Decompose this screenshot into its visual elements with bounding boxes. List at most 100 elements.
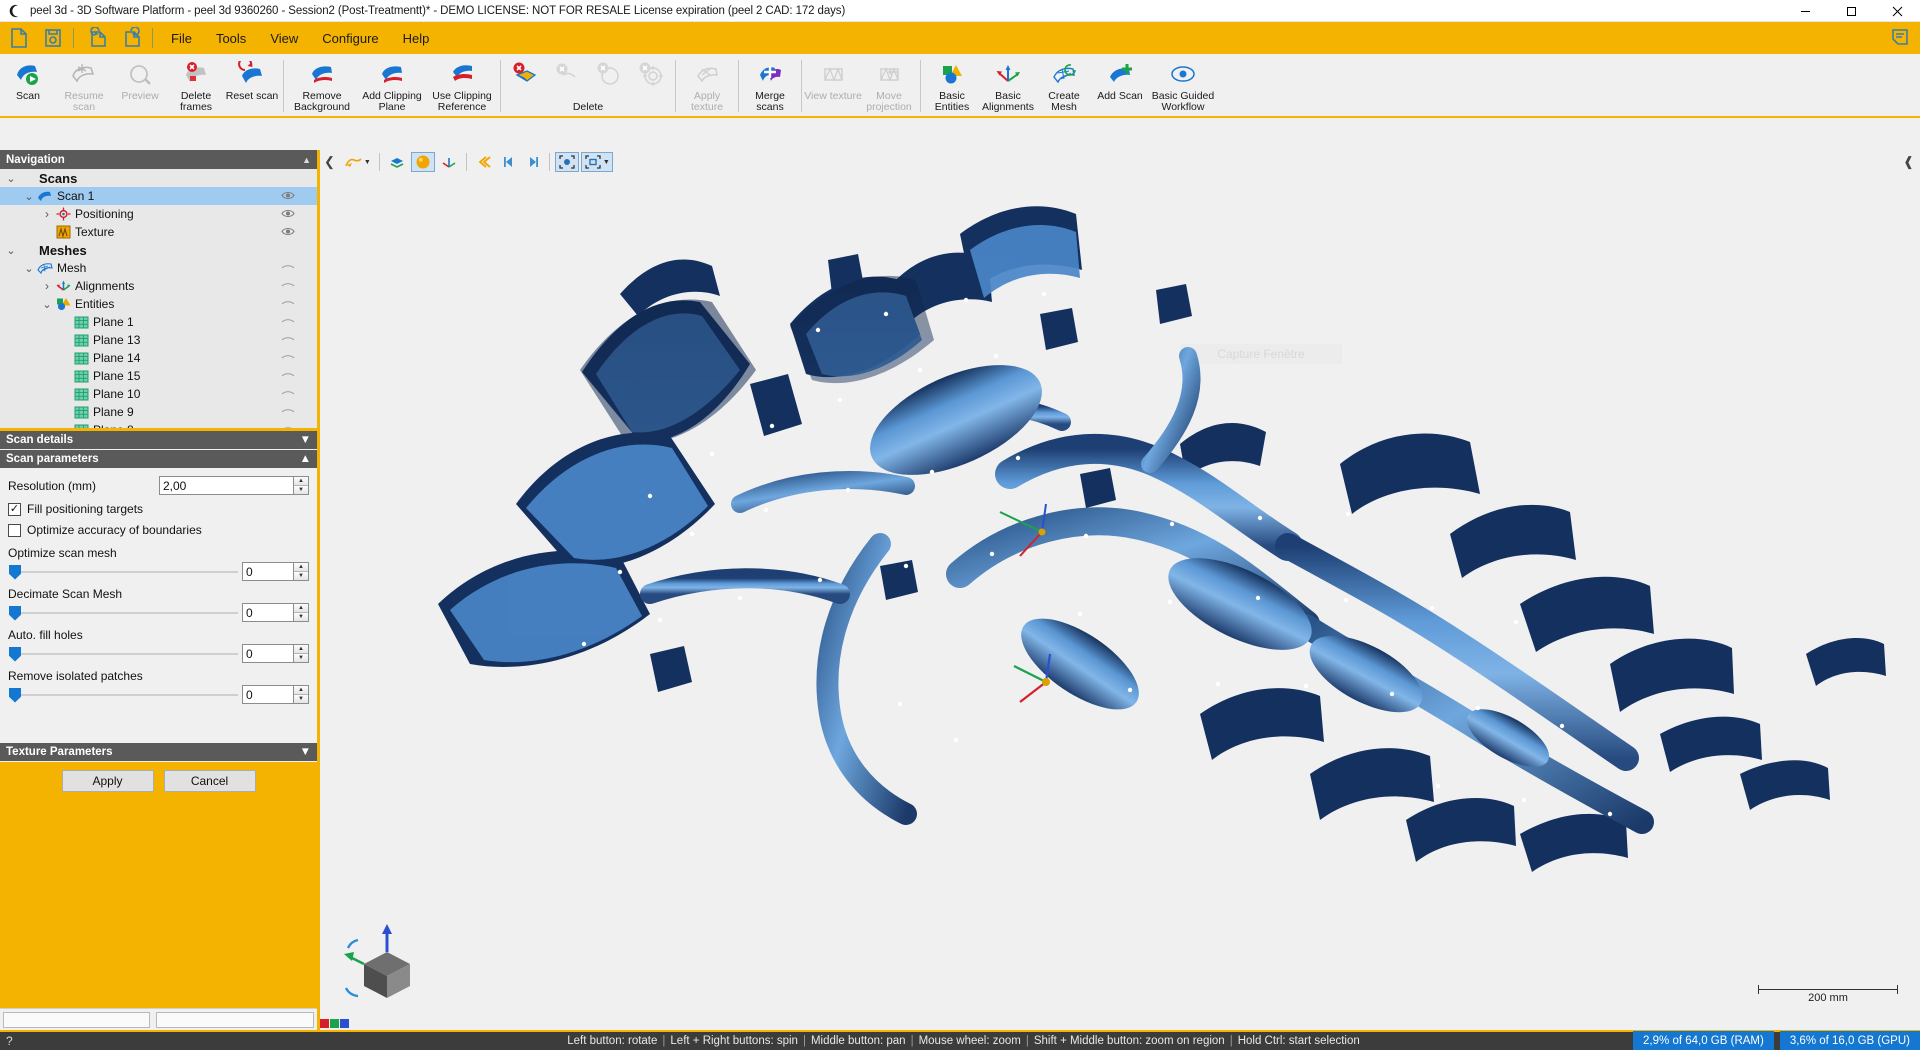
new-icon[interactable] bbox=[4, 24, 34, 52]
visibility-eye-icon[interactable] bbox=[281, 262, 295, 274]
bounding-box-icon[interactable]: ▼ bbox=[580, 152, 613, 172]
ribbon-basic-entities-button[interactable]: Basic Entities bbox=[924, 56, 980, 116]
flip-left-icon[interactable] bbox=[472, 152, 496, 172]
fill-positioning-targets-row[interactable]: ✓ Fill positioning targets bbox=[8, 499, 309, 519]
chevron-right-icon[interactable]: › bbox=[40, 207, 54, 221]
visibility-eye-icon[interactable] bbox=[281, 370, 295, 382]
ribbon-add-scan-button[interactable]: Add Scan bbox=[1092, 56, 1148, 116]
fill-positioning-targets-checkbox[interactable]: ✓ bbox=[8, 502, 21, 516]
chevron-down-icon[interactable]: ⌄ bbox=[22, 190, 36, 203]
optimize-scan-mesh-spin[interactable]: ▲ ▼ bbox=[294, 562, 309, 581]
scan-parameters-header[interactable]: Scan parameters ▲ bbox=[0, 450, 317, 469]
exhaust-system-3d-mesh[interactable] bbox=[320, 174, 1920, 894]
chevron-left-icon[interactable]: ❮ bbox=[324, 154, 335, 170]
auto-fill-holes-stepper[interactable]: ▲ ▼ bbox=[242, 644, 309, 663]
remove-isolated-patches-input[interactable] bbox=[242, 685, 294, 704]
shaded-sphere-icon[interactable] bbox=[410, 152, 435, 172]
remove-isolated-patches-stepper[interactable]: ▲ ▼ bbox=[242, 685, 309, 704]
decimate-scan-mesh-stepper[interactable]: ▲ ▼ bbox=[242, 603, 309, 622]
tree-item-plane-15[interactable]: Plane 15 bbox=[0, 367, 317, 385]
remove-isolated-patches-row[interactable]: ▲ ▼ bbox=[8, 685, 309, 704]
tree-item-plane-8[interactable]: Plane 8 bbox=[0, 421, 317, 428]
axis-view-icon[interactable] bbox=[437, 152, 461, 172]
chevron-down-icon[interactable]: ▼ bbox=[300, 434, 311, 446]
apply-button[interactable]: Apply bbox=[61, 770, 154, 792]
navigation-panel-header[interactable]: Navigation ▲ bbox=[0, 150, 317, 169]
select-tool-icon[interactable]: ▼ bbox=[341, 152, 374, 172]
remove-isolated-patches-spin[interactable]: ▲ ▼ bbox=[294, 685, 309, 704]
minimize-button[interactable] bbox=[1782, 0, 1828, 22]
chevron-down-icon-2[interactable]: ▼ bbox=[300, 746, 311, 758]
texture-parameters-header[interactable]: Texture Parameters ▼ bbox=[0, 743, 317, 762]
decimate-scan-mesh-row[interactable]: ▲ ▼ bbox=[8, 603, 309, 622]
optimize-accuracy-row[interactable]: Optimize accuracy of boundaries bbox=[8, 520, 309, 540]
tree-item-plane-14[interactable]: Plane 14 bbox=[0, 349, 317, 367]
visibility-eye-icon[interactable] bbox=[281, 352, 295, 364]
ribbon-remove-background-button[interactable]: Remove Background bbox=[287, 56, 357, 116]
tree-item-positioning[interactable]: › Positioning bbox=[0, 205, 317, 223]
visibility-eye-icon[interactable] bbox=[281, 388, 295, 400]
layers-view-icon[interactable] bbox=[385, 152, 409, 172]
optimize-scan-mesh-row[interactable]: ▲ ▼ bbox=[8, 562, 309, 581]
maximize-button[interactable] bbox=[1828, 0, 1874, 22]
ribbon-basic-guided-workflow-button[interactable]: Basic Guided Workflow bbox=[1148, 56, 1218, 116]
visibility-eye-icon[interactable] bbox=[281, 424, 295, 428]
auto-fill-holes-spin[interactable]: ▲ ▼ bbox=[294, 644, 309, 663]
optimize-scan-mesh-input[interactable] bbox=[242, 562, 294, 581]
tree-item-mesh[interactable]: ⌄ Mesh bbox=[0, 259, 317, 277]
spin-down[interactable]: ▼ bbox=[294, 654, 308, 662]
slider-knob[interactable] bbox=[9, 687, 21, 703]
resolution-input[interactable] bbox=[159, 476, 294, 495]
auto-fill-holes-input[interactable] bbox=[242, 644, 294, 663]
visibility-eye-icon[interactable] bbox=[281, 280, 295, 292]
ribbon-merge-scans-button[interactable]: Merge scans bbox=[742, 56, 798, 116]
visibility-eye-icon[interactable] bbox=[281, 334, 295, 346]
notes-icon[interactable] bbox=[1890, 27, 1910, 52]
tree-item-entities[interactable]: ⌄ Entities bbox=[0, 295, 317, 313]
slider-knob[interactable] bbox=[9, 646, 21, 662]
visibility-eye-icon[interactable] bbox=[281, 316, 295, 328]
tree-item-meshes[interactable]: ⌄ Meshes bbox=[0, 241, 317, 259]
step-forward-icon[interactable] bbox=[522, 152, 544, 172]
resolution-stepper[interactable]: ▲ ▼ bbox=[159, 476, 309, 495]
spin-up[interactable]: ▲ bbox=[294, 604, 308, 613]
ribbon-delete-mesh-button[interactable] bbox=[504, 56, 546, 100]
spin-down[interactable]: ▼ bbox=[294, 572, 308, 580]
resolution-spin-buttons[interactable]: ▲ ▼ bbox=[294, 476, 309, 495]
visibility-eye-icon[interactable] bbox=[281, 190, 295, 202]
chevron-down-icon[interactable]: ▼ bbox=[364, 159, 371, 166]
tree-item-plane-9[interactable]: Plane 9 bbox=[0, 403, 317, 421]
ribbon-scan-button[interactable]: Scan bbox=[0, 56, 56, 116]
tree-item-plane-13[interactable]: Plane 13 bbox=[0, 331, 317, 349]
step-back-icon[interactable] bbox=[498, 152, 520, 172]
chevron-down-icon-2[interactable]: ▼ bbox=[603, 159, 610, 166]
menu-view[interactable]: View bbox=[259, 27, 309, 50]
chevron-up-icon-2[interactable]: ▲ bbox=[300, 453, 311, 465]
ribbon-create-mesh-button[interactable]: Create Mesh bbox=[1036, 56, 1092, 116]
optimize-accuracy-checkbox[interactable] bbox=[8, 523, 21, 537]
optimize-scan-mesh-stepper[interactable]: ▲ ▼ bbox=[242, 562, 309, 581]
decimate-scan-mesh-spin[interactable]: ▲ ▼ bbox=[294, 603, 309, 622]
scan-details-header[interactable]: Scan details ▼ bbox=[0, 431, 317, 450]
decimate-scan-mesh-slider[interactable] bbox=[8, 604, 238, 622]
spin-up[interactable]: ▲ bbox=[294, 645, 308, 654]
cancel-button[interactable]: Cancel bbox=[163, 770, 256, 792]
chevron-down-icon[interactable]: ⌄ bbox=[4, 172, 18, 185]
menu-file[interactable]: File bbox=[160, 27, 203, 50]
auto-fill-holes-row[interactable]: ▲ ▼ bbox=[8, 644, 309, 663]
visibility-eye-icon[interactable] bbox=[281, 208, 295, 220]
navigation-tree[interactable]: ⌄ Scans ⌄ Scan 1 › Positioning Texture ⌄ Meshes ⌄… bbox=[0, 169, 317, 431]
resolution-spin-down[interactable]: ▼ bbox=[294, 486, 308, 494]
tree-item-scan-1[interactable]: ⌄ Scan 1 bbox=[0, 187, 317, 205]
chevron-right-icon[interactable]: › bbox=[40, 279, 54, 293]
menu-help[interactable]: Help bbox=[392, 27, 441, 50]
tree-item-plane-10[interactable]: Plane 10 bbox=[0, 385, 317, 403]
visibility-eye-icon[interactable] bbox=[281, 298, 295, 310]
visibility-eye-icon[interactable] bbox=[281, 226, 295, 238]
redo-icon[interactable] bbox=[117, 24, 147, 52]
chevron-up-icon[interactable]: ▲ bbox=[302, 155, 311, 165]
tree-item-scans[interactable]: ⌄ Scans bbox=[0, 169, 317, 187]
slider-knob[interactable] bbox=[9, 605, 21, 621]
close-button[interactable] bbox=[1874, 0, 1920, 22]
optimize-scan-mesh-slider[interactable] bbox=[8, 563, 238, 581]
